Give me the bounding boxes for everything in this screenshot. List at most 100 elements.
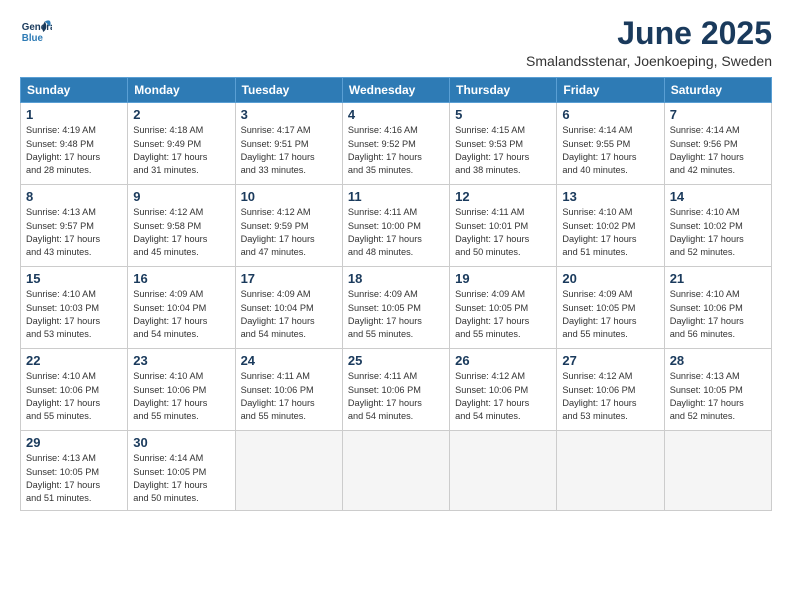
day-info: Sunrise: 4:09 AM Sunset: 10:05 PM Daylig… [348,288,444,341]
day-info: Sunrise: 4:10 AM Sunset: 10:02 PM Daylig… [670,206,766,259]
day-info: Sunrise: 4:09 AM Sunset: 10:04 PM Daylig… [241,288,337,341]
day-info: Sunrise: 4:10 AM Sunset: 10:06 PM Daylig… [133,370,229,423]
table-row: 19Sunrise: 4:09 AM Sunset: 10:05 PM Dayl… [450,267,557,349]
day-number: 27 [562,353,658,368]
table-row: 26 Sunrise: 4:12 AM Sunset: 10:06 PM Dayl… [450,349,557,431]
calendar-header-row: Sunday Monday Tuesday Wednesday Thursday… [21,78,772,103]
table-row: 17 Sunrise: 4:09 AM Sunset: 10:04 PM Dayl… [235,267,342,349]
table-row [450,431,557,510]
day-info: Sunrise: 4:12 AM Sunset: 9:59 PM Dayligh… [241,206,337,259]
day-number: 5 [455,107,551,122]
day-info: Sunrise: 4:09 AM Sunset: 10:04 PM Daylig… [133,288,229,341]
day-number: 30 [133,435,229,450]
day-info: Sunrise: 4:11 AM Sunset: 10:06 PM Daylig… [348,370,444,423]
day-info: Sunrise: 4:14 AM Sunset: 9:55 PM Dayligh… [562,124,658,177]
table-row [235,431,342,510]
day-number: 11 [348,189,444,204]
table-row: 20 Sunrise: 4:09 AM Sunset: 10:05 PM Dayl… [557,267,664,349]
day-info: Sunrise: 4:13 AM Sunset: 10:05 PM Daylig… [26,452,122,505]
day-info: Sunrise: 4:19 AM Sunset: 9:48 PM Dayligh… [26,124,122,177]
day-number: 10 [241,189,337,204]
logo-icon: General Blue [20,16,52,48]
subtitle: Smalandsstenar, Joenkoeping, Sweden [526,53,772,69]
day-info: Sunrise: 4:15 AM Sunset: 9:53 PM Dayligh… [455,124,551,177]
table-row: 30 Sunrise: 4:14 AM Sunset: 10:05 PM Dayl… [128,431,235,510]
table-row: 2 Sunrise: 4:18 AM Sunset: 9:49 PM Daylig… [128,103,235,185]
day-number: 23 [133,353,229,368]
day-number: 2 [133,107,229,122]
col-friday: Friday [557,78,664,103]
day-info: Sunrise: 4:10 AM Sunset: 10:02 PM Daylig… [562,206,658,259]
table-row: 25 Sunrise: 4:11 AM Sunset: 10:06 PM Dayl… [342,349,449,431]
day-number: 21 [670,271,766,286]
day-info: Sunrise: 4:14 AM Sunset: 9:56 PM Dayligh… [670,124,766,177]
day-number: 4 [348,107,444,122]
day-info: Sunrise: 4:13 AM Sunset: 10:05 PM Daylig… [670,370,766,423]
page: General Blue June 2025 Smalandsstenar, J… [0,0,792,612]
day-info: Sunrise: 4:10 AM Sunset: 10:06 PM Daylig… [670,288,766,341]
day-info: Sunrise: 4:12 AM Sunset: 10:06 PM Daylig… [562,370,658,423]
day-number: 9 [133,189,229,204]
col-monday: Monday [128,78,235,103]
day-info: Sunrise: 4:17 AM Sunset: 9:51 PM Dayligh… [241,124,337,177]
day-info: Sunrise: 4:12 AM Sunset: 9:58 PM Dayligh… [133,206,229,259]
table-row: 13Sunrise: 4:10 AM Sunset: 10:02 PM Dayl… [557,185,664,267]
day-info: Sunrise: 4:16 AM Sunset: 9:52 PM Dayligh… [348,124,444,177]
day-info: Sunrise: 4:14 AM Sunset: 10:05 PM Daylig… [133,452,229,505]
day-info: Sunrise: 4:11 AM Sunset: 10:00 PM Daylig… [348,206,444,259]
table-row: 14 Sunrise: 4:10 AM Sunset: 10:02 PM Dayl… [664,185,771,267]
table-row: 12 Sunrise: 4:11 AM Sunset: 10:01 PM Dayl… [450,185,557,267]
day-number: 14 [670,189,766,204]
title-block: June 2025 Smalandsstenar, Joenkoeping, S… [526,16,772,69]
day-number: 24 [241,353,337,368]
day-number: 15 [26,271,122,286]
table-row [557,431,664,510]
day-info: Sunrise: 4:18 AM Sunset: 9:49 PM Dayligh… [133,124,229,177]
col-thursday: Thursday [450,78,557,103]
day-number: 3 [241,107,337,122]
calendar: Sunday Monday Tuesday Wednesday Thursday… [20,77,772,510]
header: General Blue June 2025 Smalandsstenar, J… [20,16,772,69]
table-row: 1 Sunrise: 4:19 AM Sunset: 9:48 PM Daylig… [21,103,128,185]
table-row: 27 Sunrise: 4:12 AM Sunset: 10:06 PM Dayl… [557,349,664,431]
table-row: 29 Sunrise: 4:13 AM Sunset: 10:05 PM Dayl… [21,431,128,510]
svg-text:Blue: Blue [22,33,44,44]
col-tuesday: Tuesday [235,78,342,103]
table-row: 5 Sunrise: 4:15 AM Sunset: 9:53 PM Daylig… [450,103,557,185]
day-number: 7 [670,107,766,122]
table-row: 16 Sunrise: 4:09 AM Sunset: 10:04 PM Dayl… [128,267,235,349]
day-number: 12 [455,189,551,204]
day-number: 29 [26,435,122,450]
day-number: 26 [455,353,551,368]
day-number: 25 [348,353,444,368]
table-row: 6Sunrise: 4:14 AM Sunset: 9:55 PM Daylig… [557,103,664,185]
table-row: 4 Sunrise: 4:16 AM Sunset: 9:52 PM Daylig… [342,103,449,185]
table-row: 15 Sunrise: 4:10 AM Sunset: 10:03 PM Dayl… [21,267,128,349]
table-row: 24Sunrise: 4:11 AM Sunset: 10:06 PM Dayl… [235,349,342,431]
logo: General Blue [20,16,52,48]
day-number: 1 [26,107,122,122]
table-row: 18 Sunrise: 4:09 AM Sunset: 10:05 PM Dayl… [342,267,449,349]
table-row: 11 Sunrise: 4:11 AM Sunset: 10:00 PM Dayl… [342,185,449,267]
table-row [342,431,449,510]
day-number: 20 [562,271,658,286]
day-number: 18 [348,271,444,286]
table-row: 10 Sunrise: 4:12 AM Sunset: 9:59 PM Dayli… [235,185,342,267]
table-row: 7 Sunrise: 4:14 AM Sunset: 9:56 PM Daylig… [664,103,771,185]
table-row: 21 Sunrise: 4:10 AM Sunset: 10:06 PM Dayl… [664,267,771,349]
day-number: 17 [241,271,337,286]
table-row: 3 Sunrise: 4:17 AM Sunset: 9:51 PM Daylig… [235,103,342,185]
day-info: Sunrise: 4:13 AM Sunset: 9:57 PM Dayligh… [26,206,122,259]
day-info: Sunrise: 4:11 AM Sunset: 10:01 PM Daylig… [455,206,551,259]
day-info: Sunrise: 4:10 AM Sunset: 10:06 PM Daylig… [26,370,122,423]
table-row: 8Sunrise: 4:13 AM Sunset: 9:57 PM Daylig… [21,185,128,267]
table-row: 23 Sunrise: 4:10 AM Sunset: 10:06 PM Dayl… [128,349,235,431]
day-info: Sunrise: 4:09 AM Sunset: 10:05 PM Daylig… [562,288,658,341]
day-number: 22 [26,353,122,368]
day-number: 16 [133,271,229,286]
col-wednesday: Wednesday [342,78,449,103]
day-info: Sunrise: 4:12 AM Sunset: 10:06 PM Daylig… [455,370,551,423]
col-saturday: Saturday [664,78,771,103]
day-number: 28 [670,353,766,368]
day-info: Sunrise: 4:10 AM Sunset: 10:03 PM Daylig… [26,288,122,341]
